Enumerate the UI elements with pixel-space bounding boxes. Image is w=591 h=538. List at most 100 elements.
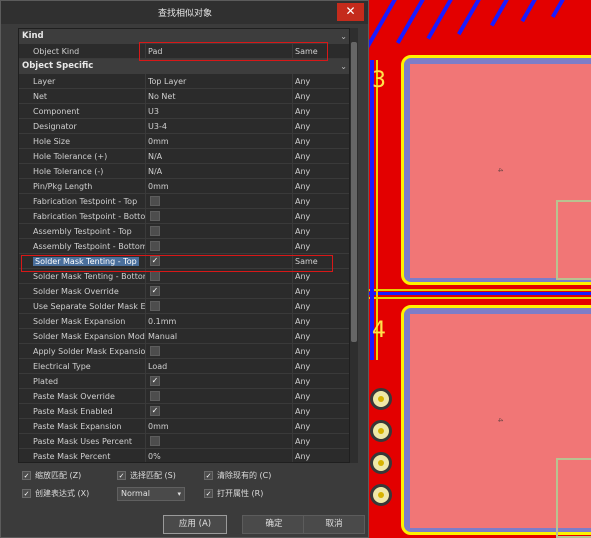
row-mode[interactable]: Any (295, 104, 345, 119)
property-row[interactable]: Component U3 Any (19, 104, 349, 119)
row-mode[interactable]: Any (295, 149, 345, 164)
ok-button[interactable]: 确定 (242, 515, 306, 534)
row-checkbox[interactable] (150, 241, 160, 251)
row-value[interactable]: 0% (148, 449, 292, 462)
clear-existing-checkbox[interactable]: ✓ (204, 471, 213, 480)
row-mode[interactable]: Any (295, 89, 345, 104)
property-row[interactable]: Solder Mask Override Any (19, 284, 349, 299)
row-checkbox[interactable] (150, 436, 160, 446)
row-mode[interactable]: Any (295, 194, 345, 209)
mask-mode-select[interactable]: Normal ▾ (117, 487, 185, 501)
property-row[interactable]: Paste Mask Uses Percent Any (19, 434, 349, 449)
collapse-icon[interactable]: ⌄ (340, 29, 347, 44)
title-bar[interactable]: 查找相似对象 ✕ (1, 1, 368, 24)
chevron-down-icon: ▾ (177, 490, 181, 498)
property-row[interactable]: Layer Top Layer Any (19, 74, 349, 89)
property-grid[interactable]: Kind ⌄ Object Kind Pad Same Object Speci… (18, 28, 350, 463)
row-checkbox[interactable] (150, 391, 160, 401)
apply-button[interactable]: 应用 (A) (163, 515, 227, 534)
property-row[interactable]: Fabrication Testpoint - Top Any (19, 194, 349, 209)
row-mode[interactable]: Any (295, 419, 345, 434)
row-mode[interactable]: Any (295, 179, 345, 194)
property-row[interactable]: Pin/Pkg Length 0mm Any (19, 179, 349, 194)
row-mode[interactable]: Any (295, 344, 345, 359)
row-mode[interactable]: Any (295, 284, 345, 299)
row-checkbox[interactable] (150, 301, 160, 311)
row-value[interactable]: U3-4 (148, 119, 292, 134)
property-row[interactable]: Solder Mask Expansion Mode Manual Any (19, 329, 349, 344)
property-row[interactable]: Assembly Testpoint - Bottom Any (19, 239, 349, 254)
row-value[interactable]: 0mm (148, 419, 292, 434)
via[interactable] (370, 388, 392, 410)
via[interactable] (370, 420, 392, 442)
property-row[interactable]: Solder Mask Expansion 0.1mm Any (19, 314, 349, 329)
row-mode[interactable]: Any (295, 404, 345, 419)
property-row[interactable]: Hole Size 0mm Any (19, 134, 349, 149)
collapse-icon[interactable]: ⌄ (340, 59, 347, 74)
row-value[interactable]: N/A (148, 149, 292, 164)
row-label: Designator (33, 122, 77, 131)
row-value[interactable]: N/A (148, 164, 292, 179)
section-object-specific[interactable]: Object Specific ⌄ (19, 59, 349, 74)
pcb-trace (520, 0, 542, 23)
row-checkbox[interactable] (150, 196, 160, 206)
property-row[interactable]: Plated Any (19, 374, 349, 389)
pcb-canvas[interactable]: 3 4 4 4 (368, 0, 591, 538)
row-mode[interactable]: Any (295, 239, 345, 254)
row-mode[interactable]: Any (295, 209, 345, 224)
create-expression-checkbox[interactable]: ✓ (22, 489, 31, 498)
property-row[interactable]: Hole Tolerance (-) N/A Any (19, 164, 349, 179)
property-row[interactable]: Fabrication Testpoint - Bottom Any (19, 209, 349, 224)
row-checkbox[interactable] (150, 271, 160, 281)
close-button[interactable]: ✕ (337, 3, 364, 21)
row-value[interactable]: 0.1mm (148, 314, 292, 329)
row-checkbox[interactable] (150, 211, 160, 221)
property-row[interactable]: Assembly Testpoint - Top Any (19, 224, 349, 239)
via[interactable] (370, 484, 392, 506)
cancel-button[interactable]: 取消 (303, 515, 365, 534)
zoom-matching-checkbox[interactable]: ✓ (22, 471, 31, 480)
row-checkbox[interactable] (150, 286, 160, 296)
row-value[interactable]: 0mm (148, 134, 292, 149)
row-value[interactable]: No Net (148, 89, 292, 104)
property-row[interactable]: Designator U3-4 Any (19, 119, 349, 134)
row-mode[interactable]: Any (295, 329, 345, 344)
row-value[interactable]: 0mm (148, 179, 292, 194)
row-value[interactable]: Top Layer (148, 74, 292, 89)
row-mode[interactable]: Any (295, 74, 345, 89)
grid-scrollbar[interactable] (350, 28, 358, 463)
property-row[interactable]: Apply Solder Mask Expansion F Any (19, 344, 349, 359)
select-matching-checkbox[interactable]: ✓ (117, 471, 126, 480)
row-mode[interactable]: Any (295, 119, 345, 134)
property-row[interactable]: Net No Net Any (19, 89, 349, 104)
row-checkbox[interactable] (150, 226, 160, 236)
row-checkbox[interactable] (150, 376, 160, 386)
row-checkbox[interactable] (150, 406, 160, 416)
row-mode[interactable]: Any (295, 434, 345, 449)
row-value[interactable]: Manual (148, 329, 292, 344)
row-mode[interactable]: Any (295, 224, 345, 239)
row-mode[interactable]: Any (295, 389, 345, 404)
row-mode[interactable]: Any (295, 164, 345, 179)
row-value[interactable]: U3 (148, 104, 292, 119)
open-properties-checkbox[interactable]: ✓ (204, 489, 213, 498)
row-mode[interactable]: Any (295, 359, 345, 374)
row-mode[interactable]: Any (295, 314, 345, 329)
row-mode[interactable]: Any (295, 374, 345, 389)
row-label: Plated (33, 377, 59, 386)
property-row[interactable]: Paste Mask Override Any (19, 389, 349, 404)
via[interactable] (370, 452, 392, 474)
row-mode[interactable]: Any (295, 449, 345, 462)
property-row[interactable]: Use Separate Solder Mask Expa Any (19, 299, 349, 314)
row-checkbox[interactable] (150, 346, 160, 356)
property-row[interactable]: Paste Mask Enabled Any (19, 404, 349, 419)
row-value[interactable]: Load (148, 359, 292, 374)
property-row[interactable]: Electrical Type Load Any (19, 359, 349, 374)
row-mode[interactable]: Any (295, 299, 345, 314)
scrollbar-thumb[interactable] (351, 42, 357, 342)
property-row[interactable]: Paste Mask Percent 0% Any (19, 449, 349, 462)
pad-number-3: 3 (372, 68, 386, 93)
row-mode[interactable]: Any (295, 134, 345, 149)
property-row[interactable]: Hole Tolerance (+) N/A Any (19, 149, 349, 164)
property-row[interactable]: Paste Mask Expansion 0mm Any (19, 419, 349, 434)
